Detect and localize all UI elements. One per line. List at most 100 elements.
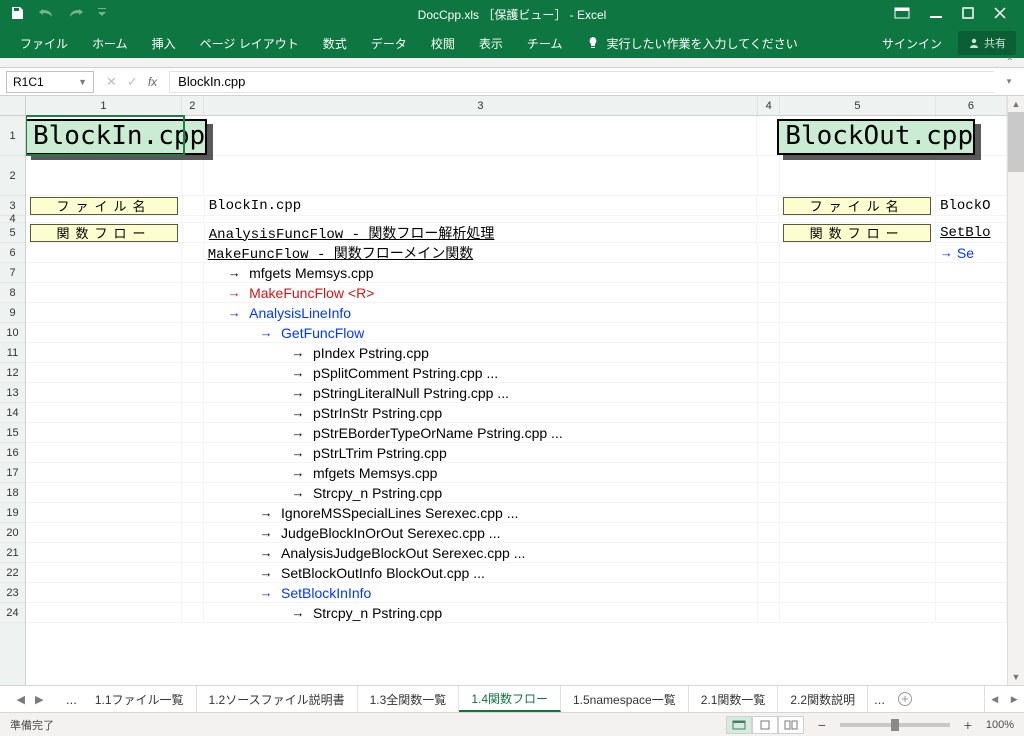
cell[interactable] <box>780 216 936 223</box>
cell[interactable] <box>936 383 1007 403</box>
cell[interactable] <box>26 263 182 283</box>
cell[interactable]: AnalysisFuncFlow - 関数フロー解析処理 <box>205 223 758 243</box>
scroll-down-icon[interactable]: ▼ <box>1008 669 1024 685</box>
cell[interactable]: → Strcpy_n Pstring.cpp <box>204 483 759 503</box>
cell[interactable]: SetBlo <box>936 223 1007 243</box>
cell[interactable] <box>758 463 780 483</box>
row-header[interactable]: 1 <box>0 116 25 156</box>
cell[interactable] <box>182 543 204 563</box>
cell[interactable] <box>936 563 1007 583</box>
cell[interactable]: → pStrInStr Pstring.cpp <box>204 403 759 423</box>
cell[interactable] <box>757 116 779 156</box>
cell[interactable] <box>182 363 204 383</box>
tab-view[interactable]: 表示 <box>467 28 515 58</box>
cell[interactable] <box>780 156 936 196</box>
cell[interactable]: → GetFuncFlow <box>204 323 759 343</box>
cell[interactable]: MakeFuncFlow - 関数フローメイン関数 <box>204 243 758 263</box>
cell[interactable] <box>182 283 204 303</box>
row-header[interactable]: 10 <box>0 323 25 343</box>
row-header[interactable]: 22 <box>0 563 25 583</box>
cell[interactable] <box>26 363 182 383</box>
cell[interactable] <box>758 563 780 583</box>
cell[interactable] <box>758 383 780 403</box>
row-header[interactable]: 23 <box>0 583 25 603</box>
tab-pagelayout[interactable]: ページ レイアウト <box>188 28 311 58</box>
cell[interactable] <box>936 543 1007 563</box>
col-header[interactable]: 3 <box>204 96 759 115</box>
cell[interactable] <box>182 383 204 403</box>
cell[interactable] <box>936 343 1007 363</box>
row-header[interactable]: 19 <box>0 503 25 523</box>
cell[interactable] <box>758 156 780 196</box>
cell[interactable] <box>758 403 780 423</box>
cell[interactable] <box>182 523 204 543</box>
cell[interactable] <box>936 503 1007 523</box>
tab-formulas[interactable]: 数式 <box>311 28 359 58</box>
save-icon[interactable] <box>10 6 24 23</box>
row-header[interactable]: 24 <box>0 603 25 623</box>
cell[interactable] <box>182 463 204 483</box>
cell[interactable] <box>936 323 1007 343</box>
row-header[interactable]: 5 <box>0 223 25 243</box>
cell[interactable] <box>757 196 779 216</box>
cell[interactable]: BlockO <box>936 196 1007 216</box>
cell[interactable] <box>182 343 204 363</box>
tab-review[interactable]: 校閲 <box>419 28 467 58</box>
undo-icon[interactable] <box>38 7 54 22</box>
cell[interactable] <box>182 423 204 443</box>
cell[interactable] <box>780 483 936 503</box>
cell[interactable] <box>780 343 936 363</box>
tab-next-icon[interactable]: ▶ <box>35 693 43 706</box>
cell[interactable] <box>936 463 1007 483</box>
cell[interactable] <box>183 223 205 243</box>
sheet-tab[interactable]: 1.4関数フロー <box>459 686 561 712</box>
qat-dropdown-icon[interactable] <box>98 7 106 21</box>
scroll-up-icon[interactable]: ▲ <box>1008 96 1024 112</box>
name-box-dropdown-icon[interactable]: ▼ <box>78 77 87 87</box>
cell[interactable] <box>780 283 936 303</box>
row-header[interactable]: 2 <box>0 156 25 196</box>
row-header[interactable]: 11 <box>0 343 25 363</box>
row-header[interactable]: 18 <box>0 483 25 503</box>
cell[interactable] <box>26 243 182 263</box>
cell[interactable] <box>780 323 936 343</box>
vertical-scrollbar[interactable]: ▲ ▼ <box>1007 96 1024 685</box>
cell[interactable] <box>758 423 780 443</box>
tab-prev-icon[interactable]: ◀ <box>17 693 25 706</box>
cell[interactable] <box>182 443 204 463</box>
cell[interactable] <box>26 583 182 603</box>
zoom-out-button[interactable]: − <box>816 717 828 733</box>
cell[interactable]: → Strcpy_n Pstring.cpp <box>204 603 759 623</box>
row-header[interactable]: 9 <box>0 303 25 323</box>
row-header[interactable]: 16 <box>0 443 25 463</box>
cell[interactable] <box>780 303 936 323</box>
zoom-in-button[interactable]: + <box>962 717 974 733</box>
view-pagelayout-icon[interactable] <box>752 716 778 734</box>
cell[interactable] <box>182 563 204 583</box>
cell[interactable] <box>780 563 936 583</box>
cell[interactable] <box>780 383 936 403</box>
cell[interactable] <box>780 403 936 423</box>
col-header[interactable]: 4 <box>758 96 780 115</box>
cell[interactable] <box>936 363 1007 383</box>
cell[interactable] <box>936 216 1007 223</box>
cell[interactable] <box>936 303 1007 323</box>
row-header[interactable]: 15 <box>0 423 25 443</box>
cell[interactable]: 関数フロー <box>26 223 183 243</box>
cell[interactable] <box>780 243 936 263</box>
tab-more[interactable]: ... <box>60 686 83 712</box>
cell[interactable] <box>758 323 780 343</box>
redo-icon[interactable] <box>68 7 84 22</box>
cell[interactable] <box>26 323 182 343</box>
cell[interactable] <box>780 263 936 283</box>
cell[interactable] <box>182 156 204 196</box>
cell[interactable] <box>936 523 1007 543</box>
sheet-tab[interactable]: 2.1関数一覧 <box>689 686 779 712</box>
tab-home[interactable]: ホーム <box>80 28 140 58</box>
share-button[interactable]: 共有 <box>958 31 1016 55</box>
cell[interactable] <box>26 443 182 463</box>
formula-expand-icon[interactable]: ▾ <box>1000 76 1018 87</box>
cell[interactable] <box>758 283 780 303</box>
add-sheet-button[interactable] <box>891 686 919 712</box>
cell[interactable]: BlockOut.cpp <box>778 116 936 156</box>
